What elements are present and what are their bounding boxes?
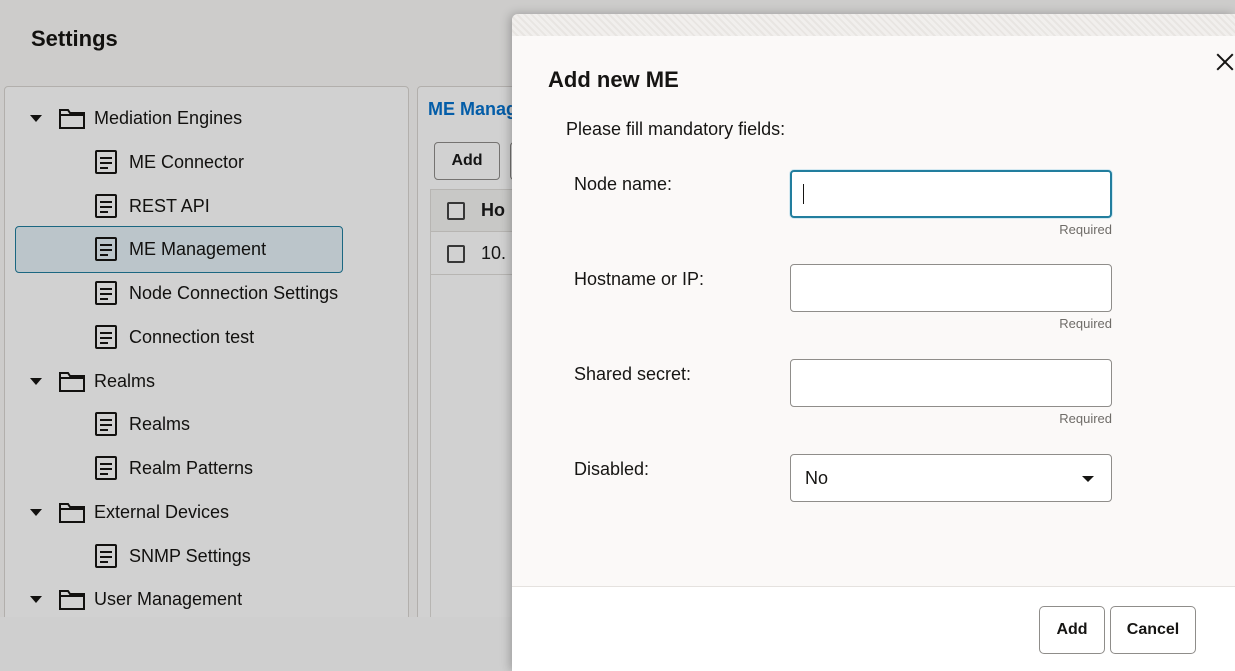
disabled-label: Disabled:: [574, 459, 650, 479]
disabled-select-value: No: [805, 467, 829, 488]
node-name-input[interactable]: [790, 170, 1112, 218]
dialog-title: Add new ME: [548, 67, 679, 92]
node-name-label: Node name:: [574, 174, 673, 194]
add-me-dialog: Add new ME Please fill mandatory fields:…: [512, 14, 1235, 671]
hostname-required-hint: Required: [1059, 316, 1112, 331]
dialog-add-button[interactable]: Add: [1039, 606, 1105, 654]
shared-secret-label: Shared secret:: [574, 364, 692, 384]
shared-secret-required-hint: Required: [1059, 411, 1112, 426]
disabled-select[interactable]: No: [790, 454, 1112, 502]
hostname-input[interactable]: [790, 264, 1112, 312]
dialog-instructions: Please fill mandatory fields:: [566, 119, 786, 139]
dialog-cancel-button[interactable]: Cancel: [1110, 606, 1196, 654]
close-icon[interactable]: [1215, 52, 1235, 72]
node-name-required-hint: Required: [1059, 222, 1112, 237]
dialog-footer: Add Cancel: [512, 586, 1235, 671]
text-cursor: [803, 184, 804, 204]
shared-secret-input[interactable]: [790, 359, 1112, 407]
dialog-drag-handle[interactable]: [512, 14, 1235, 36]
chevron-down-icon: [1082, 476, 1094, 482]
hostname-label: Hostname or IP:: [574, 269, 705, 289]
